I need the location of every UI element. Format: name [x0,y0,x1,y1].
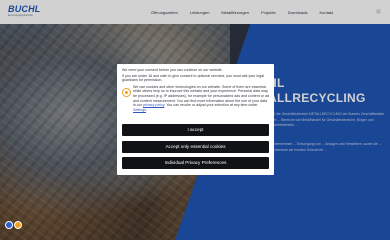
consent-shield-icon [122,87,131,97]
settings-link[interactable]: Settings [133,108,146,112]
consent-intro: We need your consent before you can cont… [122,68,223,72]
consent-guardian-note: If you are under 16 and wish to give con… [122,73,265,83]
consent-details-end: . [146,107,147,112]
privacy-preferences-button[interactable]: Individual Privacy Preferences [122,157,269,169]
privacy-policy-link[interactable]: privacy policy [143,103,164,107]
accept-all-button[interactable]: I accept [122,124,269,136]
consent-icon[interactable] [14,221,22,229]
consent-details-mid: . You can revoke or adjust your selectio… [164,103,258,108]
cookie-consent-dialog: We need your consent before you can cont… [117,64,274,175]
accept-essential-button[interactable]: Accept only essential cookies [122,141,269,153]
consent-details-row: We use cookies and other technologies on… [122,85,269,113]
consent-details: We use cookies and other technologies on… [133,85,269,113]
privacy-settings-icon[interactable] [5,221,13,229]
